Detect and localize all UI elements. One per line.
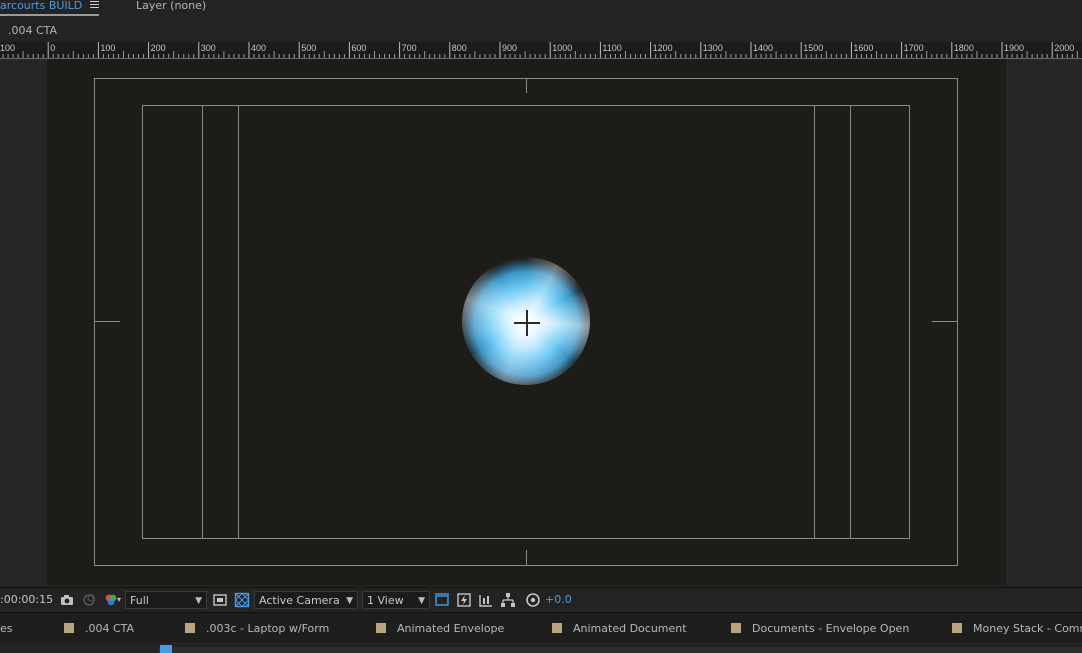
current-time-display[interactable]: :00:00:15 xyxy=(0,591,53,609)
comp-tab-label: Animated Document xyxy=(573,622,687,635)
chevron-down-icon: ▼ xyxy=(418,596,425,606)
snapshot-show-icon[interactable] xyxy=(81,592,97,608)
comp-tab[interactable]: .004 CTA xyxy=(64,622,134,635)
channels-chevron-icon[interactable]: ▾ xyxy=(117,591,121,609)
label-color-swatch xyxy=(552,623,562,633)
comp-tab[interactable]: es xyxy=(0,622,13,635)
comp-tab[interactable]: Animated Envelope xyxy=(376,622,504,635)
comp-tab-label: Money Stack - Commi xyxy=(973,622,1082,635)
label-color-swatch xyxy=(376,623,386,633)
comp-tab[interactable]: .003c - Laptop w/Form xyxy=(185,622,329,635)
composition-tab-bar: es .004 CTA .003c - Laptop w/Form Animat… xyxy=(0,612,1082,643)
flowchart-icon[interactable] xyxy=(500,592,516,608)
current-time-indicator[interactable] xyxy=(160,645,172,653)
comp-tab-label: .003c - Laptop w/Form xyxy=(206,622,330,635)
comp-tab[interactable]: Animated Document xyxy=(552,622,687,635)
reset-exposure-icon[interactable] xyxy=(525,592,541,608)
comp-tab-label: Documents - Envelope Open xyxy=(752,622,910,635)
view-layout-dropdown[interactable]: 1 View ▼ xyxy=(362,591,430,609)
comp-tab[interactable]: Money Stack - Commi xyxy=(952,622,1082,635)
chevron-down-icon: ▼ xyxy=(195,596,202,606)
view-mode-value: Active Camera xyxy=(259,594,340,607)
viewer-toolbar: :00:00:15 ▾ Full ▼ Active Camera ▼ 1 Vie… xyxy=(0,587,1082,612)
anchor-crosshair-icon[interactable] xyxy=(514,310,540,336)
resolution-value: Full xyxy=(130,594,149,607)
label-color-swatch xyxy=(952,623,962,633)
comp-tab[interactable]: Documents - Envelope Open xyxy=(731,622,909,635)
comp-tab-label: Animated Envelope xyxy=(397,622,505,635)
comp-tab-label: .004 CTA xyxy=(85,622,135,635)
resolution-dropdown[interactable]: Full ▼ xyxy=(125,591,207,609)
toggle-pixel-aspect-icon[interactable] xyxy=(434,592,450,608)
label-color-swatch xyxy=(731,623,741,633)
timeline-icon[interactable] xyxy=(478,592,494,608)
fast-preview-icon[interactable] xyxy=(456,592,472,608)
chevron-down-icon: ▼ xyxy=(346,596,353,606)
label-color-swatch xyxy=(185,623,195,633)
transparency-grid-icon[interactable] xyxy=(234,592,250,608)
camera-icon[interactable] xyxy=(59,592,75,608)
time-navigator-bar[interactable] xyxy=(158,647,1082,653)
label-color-swatch xyxy=(64,623,74,633)
view-layout-value: 1 View xyxy=(367,594,404,607)
exposure-value[interactable]: +0.0 xyxy=(545,591,572,609)
region-of-interest-icon[interactable] xyxy=(212,592,228,608)
view-mode-dropdown[interactable]: Active Camera ▼ xyxy=(254,591,358,609)
comp-tab-label: es xyxy=(0,622,13,635)
